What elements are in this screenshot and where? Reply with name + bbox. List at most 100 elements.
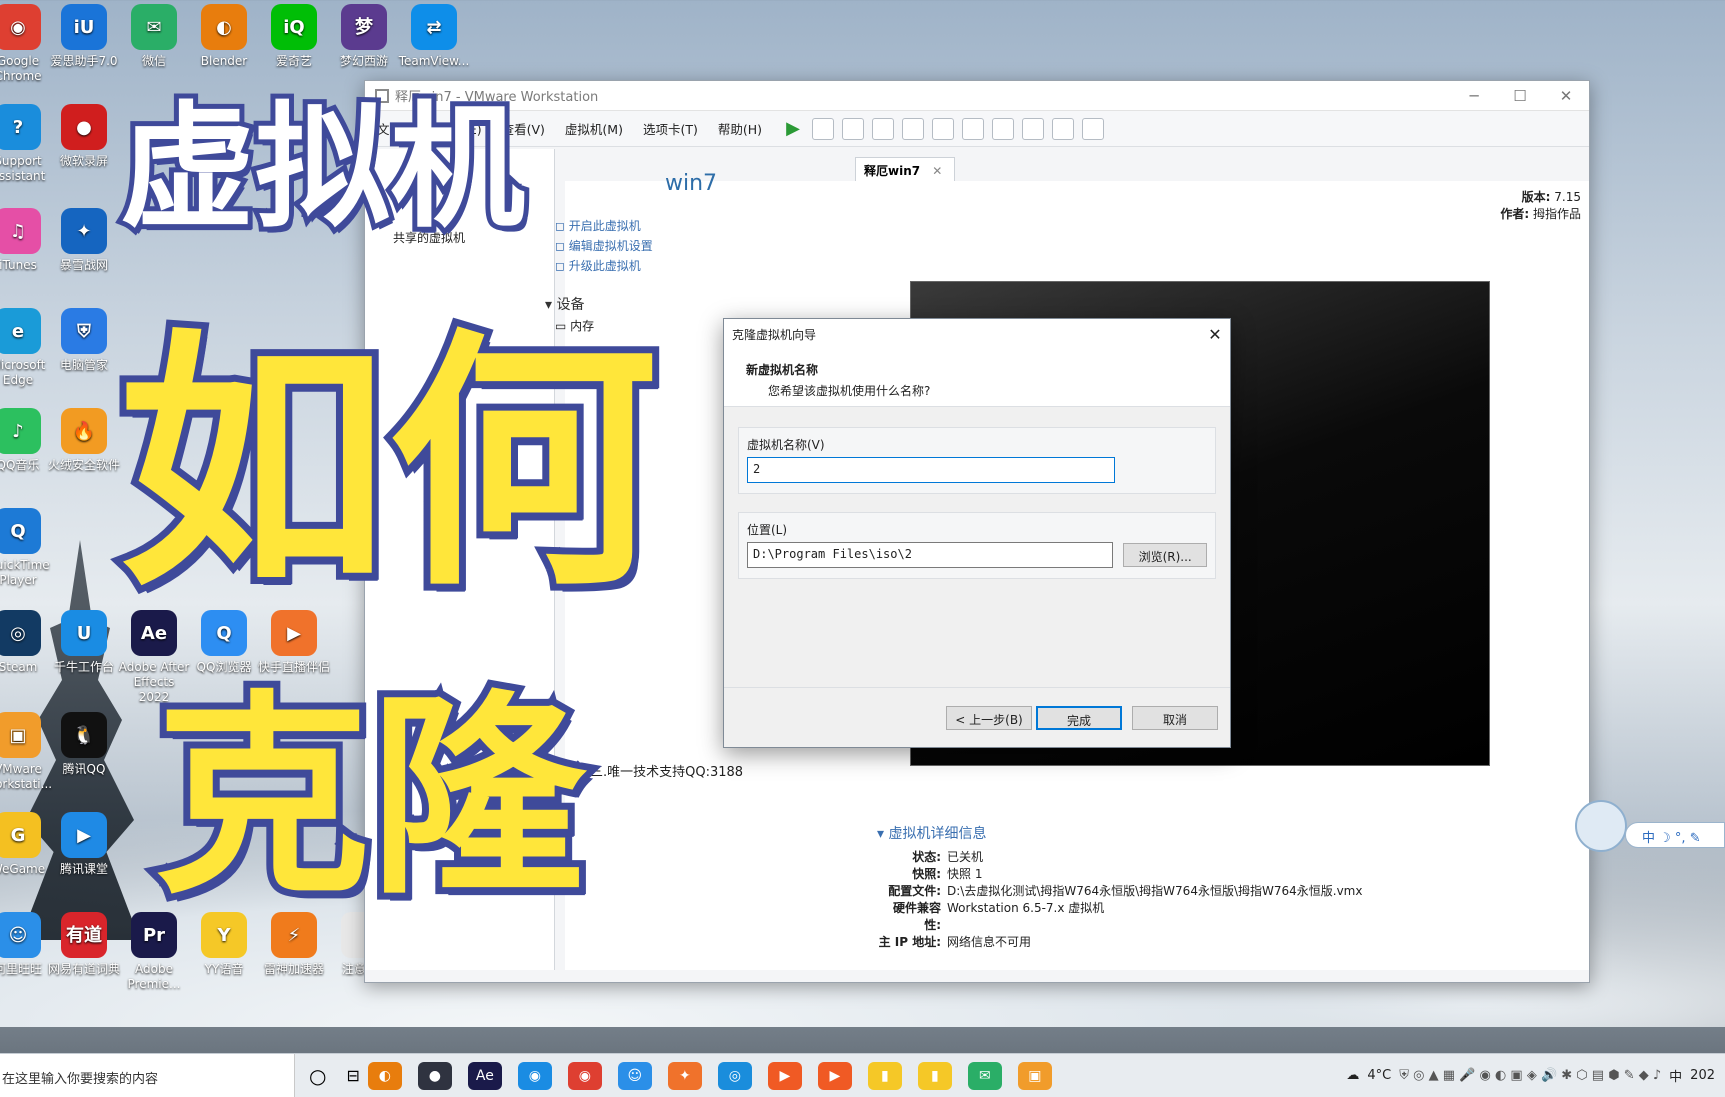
menu-help[interactable]: 帮助(H) — [718, 119, 762, 138]
app-icon: ⇄ — [411, 4, 457, 50]
desktop-icon[interactable]: 🐧 腾讯QQ — [48, 712, 120, 777]
desktop-icon[interactable]: ▶ 腾讯课堂 — [48, 812, 120, 877]
desktop-icon[interactable]: iU 爱思助手7.0 — [48, 4, 120, 69]
taskbar-game-icon[interactable]: ◎ — [717, 1061, 752, 1090]
unity-icon[interactable] — [1022, 117, 1045, 140]
weather-icon[interactable]: ☁ — [1346, 1068, 1359, 1083]
taskbar-ppt-icon[interactable]: ▶ — [767, 1061, 802, 1090]
cortana-icon[interactable]: ○ — [309, 1064, 326, 1088]
power-on-icon[interactable]: ▶ — [782, 118, 804, 140]
support-text: 三.唯一技术支持QQ:3188 — [590, 765, 744, 780]
taskbar-ae-icon[interactable]: Ae — [467, 1061, 502, 1090]
cancel-button[interactable]: 取消 — [1132, 705, 1218, 730]
desktop-icon[interactable]: ? Support Assistant — [0, 104, 54, 184]
taskbar: 在这里输入你要搜索的内容 ○ ⊟ ◐ ● Ae ◉ ◉ ☺ ✦ ◎ ▶ ▶ ▮ … — [0, 1053, 1725, 1097]
location-label: 位置(L) — [747, 523, 788, 537]
vm-title: win7 — [665, 171, 718, 196]
menu-tabs[interactable]: 选项卡(T) — [643, 119, 698, 138]
fullscreen-icon[interactable] — [992, 117, 1015, 140]
app-icon: ⛨ — [61, 308, 107, 354]
snapshot-icon[interactable] — [842, 117, 865, 140]
detail-key: 快照: — [912, 867, 941, 881]
vm-details-header[interactable]: ▾ 虚拟机详细信息 — [877, 823, 1577, 843]
browse-button[interactable]: 浏览(R)... — [1123, 543, 1207, 567]
thumbnail-view-icon[interactable] — [962, 117, 985, 140]
desktop-icon[interactable]: ◎ Steam — [0, 610, 54, 675]
clock[interactable]: 202 — [1690, 1068, 1715, 1083]
snapshot-manager-icon[interactable] — [902, 117, 925, 140]
app-icon: 🐧 — [61, 712, 107, 758]
taskbar-wechat-icon[interactable]: ✉ — [967, 1061, 1002, 1090]
dialog-close-icon[interactable]: ✕ — [1200, 325, 1230, 344]
taskbar-browser-icon[interactable]: ◉ — [517, 1061, 552, 1090]
send-ctrl-alt-del-icon[interactable] — [812, 117, 835, 140]
dialog-subheading: 您希望该虚拟机使用什么名称? — [768, 384, 931, 398]
desktop-icon[interactable]: 梦梦幻西游 — [328, 4, 400, 69]
link-upgrade[interactable]: ◻ 升级此虚拟机 — [555, 257, 641, 274]
link-edit-settings-label: 编辑虚拟机设置 — [568, 239, 653, 253]
dialog-title: 克隆虚拟机向导 — [732, 327, 817, 342]
taskbar-obs-icon[interactable]: ● — [417, 1061, 452, 1090]
desktop-icon[interactable]: ♫ iTunes — [0, 208, 54, 273]
taskbar-folder-icon[interactable]: ▮ — [867, 1061, 902, 1090]
tab-vm[interactable]: 释厄win7 ✕ — [855, 157, 955, 181]
maximize-button[interactable]: ☐ — [1497, 87, 1543, 105]
desktop-icon[interactable]: ♪ QQ音乐 — [0, 408, 54, 473]
desktop-icon[interactable]: Pr Adobe Premie... — [118, 912, 190, 992]
revert-snapshot-icon[interactable] — [872, 117, 895, 140]
ime-avatar-icon — [1575, 800, 1627, 852]
tab-close-icon[interactable]: ✕ — [932, 164, 942, 178]
app-icon: ✉ — [131, 4, 177, 50]
version-value: 7.15 — [1554, 190, 1581, 204]
desktop-icon-label: 电脑管家 — [59, 358, 108, 372]
task-view-icon[interactable]: ⊟ — [346, 1066, 359, 1085]
desktop-icon[interactable]: 有道 网易有道词典 — [48, 912, 120, 977]
taskbar-wangwang-icon[interactable]: ☺ — [617, 1061, 652, 1090]
taskbar-folder2-icon[interactable]: ▮ — [917, 1061, 952, 1090]
taskbar-blender-icon[interactable]: ◐ — [367, 1061, 402, 1090]
minimize-button[interactable]: ─ — [1451, 87, 1497, 105]
desktop-icon[interactable]: 🔥 火绒安全软件 — [48, 408, 120, 473]
vm-name-input[interactable]: 2 — [747, 457, 1115, 483]
overlay-title-line3: 克隆 — [148, 672, 592, 923]
weather-temp[interactable]: 4°C — [1367, 1068, 1391, 1083]
link-edit-settings[interactable]: ◻ 编辑虚拟机设置 — [555, 237, 653, 254]
app-icon: ◐ — [201, 4, 247, 50]
close-button[interactable]: ✕ — [1543, 87, 1589, 105]
desktop-icon[interactable]: U 千牛工作台 — [48, 610, 120, 675]
desktop-icon[interactable]: ☺ 阿里旺旺 — [0, 912, 54, 977]
desktop-icon-label: 梦幻西游 — [339, 54, 388, 68]
back-button[interactable]: < 上一步(B) — [946, 705, 1032, 730]
link-power-on[interactable]: ◻ 开启此虚拟机 — [555, 217, 641, 234]
desktop-icon-label: 千牛工作台 — [53, 660, 114, 674]
menu-vm[interactable]: 虚拟机(M) — [565, 119, 623, 138]
desktop-icon[interactable]: ● 微软录屏 — [48, 104, 120, 169]
desktop-icon[interactable]: ◐ Blender — [188, 4, 260, 69]
tray-icons[interactable]: ⛨ ◎ ▲ ▦ 🎤 ◉ ◐ ▣ ◈ 🔊 ✱ ⬡ ▤ ⬢ ✎ ◆ ♪ — [1399, 1068, 1661, 1083]
ime-floating-bar[interactable]: 中 ☽ °, ✎ — [1575, 800, 1725, 862]
taskbar-ppt2-icon[interactable]: ▶ — [817, 1061, 852, 1090]
desktop-icon-label: 网易有道词典 — [48, 962, 121, 976]
desktop-icon[interactable]: ✉ 微信 — [118, 4, 190, 69]
desktop-icon[interactable]: iQ 爱奇艺 — [258, 4, 330, 69]
desktop-icon[interactable]: ◉ Google Chrome — [0, 4, 54, 84]
library-view-icon[interactable] — [932, 117, 955, 140]
desktop-icon[interactable]: ▣ VMware Workstati... — [0, 712, 54, 792]
taskbar-chrome-icon[interactable]: ◉ — [567, 1061, 602, 1090]
name-group: 虚拟机名称(V) 2 — [738, 427, 1216, 494]
desktop-icon[interactable]: ✦ 暴雪战网 — [48, 208, 120, 273]
stretch-icon[interactable] — [1082, 117, 1105, 140]
taskbar-search[interactable]: 在这里输入你要搜索的内容 — [0, 1053, 295, 1097]
desktop-icon[interactable]: ⇄ TeamView... — [398, 4, 470, 69]
taskbar-app-icon[interactable]: ✦ — [667, 1061, 702, 1090]
desktop-icon[interactable]: e Microsoft Edge — [0, 308, 54, 388]
desktop-icon[interactable]: ⛨ 电脑管家 — [48, 308, 120, 373]
taskbar-vmware-icon[interactable]: ▣ — [1017, 1061, 1052, 1090]
desktop-icon[interactable]: Q QuickTime Player — [0, 508, 54, 588]
console-icon[interactable] — [1052, 117, 1075, 140]
location-input[interactable]: D:\Program Files\iso\2 — [747, 542, 1114, 568]
finish-button[interactable]: 完成 — [1036, 705, 1122, 730]
desktop-icon[interactable]: G WeGame — [0, 812, 54, 877]
app-icon: ✦ — [61, 208, 107, 254]
ime-indicator[interactable]: 中 — [1669, 1066, 1682, 1085]
